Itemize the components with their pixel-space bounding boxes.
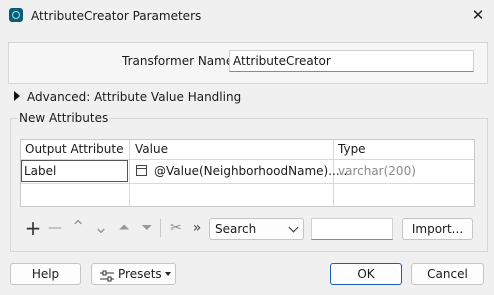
- presets-label: Presets: [118, 267, 162, 281]
- type-cell[interactable]: varchar(200): [338, 164, 416, 178]
- toolbar-separator: [160, 219, 161, 237]
- cut-icon[interactable]: ✂: [167, 219, 185, 237]
- column-divider: [129, 140, 130, 206]
- expand-triangle-icon[interactable]: [14, 91, 20, 101]
- advanced-section-toggle[interactable]: Advanced: Attribute Value Handling: [27, 90, 241, 104]
- remove-row-icon[interactable]: —: [46, 219, 64, 237]
- column-header-output-attribute[interactable]: Output Attribute: [25, 142, 123, 156]
- transformer-name-input[interactable]: AttributeCreator: [229, 50, 474, 72]
- presets-button[interactable]: Presets: [91, 263, 176, 285]
- import-button[interactable]: Import...: [402, 218, 473, 240]
- sliders-icon: [100, 268, 114, 282]
- move-up-icon[interactable]: ⌃: [69, 219, 87, 237]
- ok-button[interactable]: OK: [330, 263, 402, 285]
- value-cell[interactable]: @Value(NeighborhoodName).....: [154, 164, 347, 178]
- window-title: AttributeCreator Parameters: [31, 9, 202, 23]
- transformer-name-label: Transformer Name:: [122, 54, 238, 68]
- dropdown-arrow-icon: [165, 272, 171, 276]
- row-divider: [21, 183, 474, 184]
- help-button[interactable]: Help: [10, 263, 81, 285]
- column-header-value[interactable]: Value: [135, 142, 168, 156]
- add-row-icon[interactable]: +: [24, 218, 42, 238]
- more-options-icon[interactable]: »: [188, 219, 206, 237]
- move-bottom-icon[interactable]: ⏷: [138, 219, 156, 237]
- new-attributes-label: New Attributes: [18, 111, 110, 125]
- text-editor-icon[interactable]: [136, 165, 147, 176]
- output-attribute-cell[interactable]: Label: [21, 160, 128, 182]
- search-dropdown-value: Search: [215, 222, 257, 236]
- cancel-button[interactable]: Cancel: [411, 263, 484, 285]
- column-header-type[interactable]: Type: [338, 142, 366, 156]
- move-top-icon[interactable]: ⏶: [115, 219, 133, 237]
- app-icon: [9, 8, 23, 22]
- move-down-icon[interactable]: ⌄: [92, 219, 110, 237]
- close-icon[interactable]: ✕: [468, 5, 488, 25]
- search-input[interactable]: [311, 218, 393, 240]
